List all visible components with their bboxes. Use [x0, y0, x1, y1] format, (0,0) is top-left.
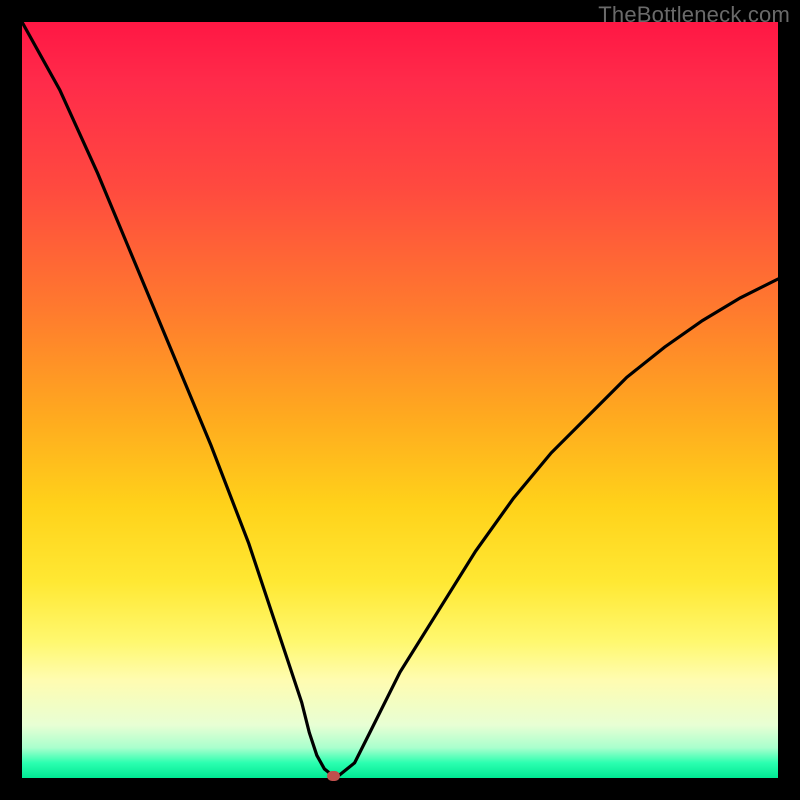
- chart-area: [22, 22, 778, 778]
- bottleneck-curve: [22, 22, 778, 778]
- watermark-text: TheBottleneck.com: [598, 2, 790, 28]
- optimal-marker: [327, 771, 340, 781]
